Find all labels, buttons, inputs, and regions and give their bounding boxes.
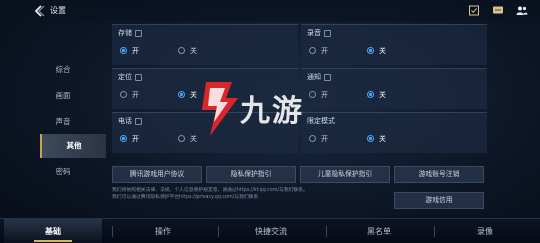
radio-selected-icon[interactable] bbox=[120, 135, 127, 142]
radio-selected-icon[interactable] bbox=[367, 135, 374, 142]
record-off-option[interactable]: 关 bbox=[367, 45, 386, 57]
info-icon[interactable] bbox=[135, 29, 142, 37]
radio-selected-icon[interactable] bbox=[178, 91, 185, 98]
storage-off-option[interactable]: 关 bbox=[178, 45, 197, 57]
storage-label: 存储 bbox=[118, 28, 142, 38]
location-on-option[interactable]: 开 bbox=[120, 89, 139, 101]
task-icon[interactable] bbox=[468, 5, 480, 16]
privacy-notice: 我们将依照相关法律、法规、个人信息保护规定等，请通过https://kf.qq.… bbox=[112, 187, 382, 201]
game-credit-button[interactable]: 游戏信用 bbox=[394, 192, 484, 209]
notice-line: 我们可以通过腾讯隐私保护平台https://privacy.qq.com/与我们… bbox=[112, 195, 259, 200]
tab-replay[interactable]: 录像 bbox=[436, 219, 534, 243]
settings-sidebar: 综合 画面 声音 其他 密码 bbox=[0, 48, 106, 208]
phone-setting: 电话 开 关 bbox=[112, 112, 298, 153]
tab-quick-chat[interactable]: 快捷交流 bbox=[222, 219, 320, 243]
notify-on-option[interactable]: 开 bbox=[309, 89, 328, 101]
account-cancel-button[interactable]: 游戏账号注销 bbox=[394, 166, 484, 183]
notice-line: 我们将依照相关法律、法规、个人信息保护规定等，请通过https://kf.qq.… bbox=[112, 188, 308, 193]
sidebar-item-other[interactable]: 其他 bbox=[40, 134, 106, 158]
location-off-option[interactable]: 关 bbox=[178, 89, 197, 101]
top-bar: 设置 bbox=[0, 0, 540, 22]
chat-icon[interactable] bbox=[492, 5, 504, 16]
location-label: 定位 bbox=[118, 72, 142, 82]
page-title: 设置 bbox=[50, 6, 66, 15]
info-icon[interactable] bbox=[135, 117, 142, 125]
tab-divider bbox=[112, 226, 113, 237]
sidebar-item-general[interactable]: 综合 bbox=[30, 58, 96, 82]
notify-off-option[interactable]: 关 bbox=[367, 89, 386, 101]
settings-panel: 存储 开 关 录音 开 关 定位 开 关 通知 开 关 电话 开 关 限定模式 … bbox=[112, 24, 487, 214]
tab-divider bbox=[218, 226, 219, 237]
phone-off-option[interactable]: 关 bbox=[178, 133, 197, 145]
notify-setting: 通知 开 关 bbox=[301, 68, 487, 109]
location-setting: 定位 开 关 bbox=[112, 68, 298, 109]
tab-divider bbox=[326, 226, 327, 237]
pattern-on-option[interactable]: 开 bbox=[309, 133, 328, 145]
pattern-off-option[interactable]: 关 bbox=[367, 133, 386, 145]
notify-label: 通知 bbox=[307, 72, 331, 82]
phone-on-option[interactable]: 开 bbox=[120, 133, 139, 145]
storage-on-option[interactable]: 开 bbox=[120, 45, 139, 57]
chevron-left-icon[interactable] bbox=[32, 4, 46, 18]
info-icon[interactable] bbox=[135, 73, 142, 81]
record-setting: 录音 开 关 bbox=[301, 24, 487, 65]
record-on-option[interactable]: 开 bbox=[309, 45, 328, 57]
radio-selected-icon[interactable] bbox=[120, 47, 127, 54]
info-icon[interactable] bbox=[324, 73, 331, 81]
bottom-tab-bar: 基础 操作 快捷交流 黑名单 录像 bbox=[0, 218, 540, 243]
tab-controls[interactable]: 操作 bbox=[114, 219, 212, 243]
pattern-setting: 限定模式 开 关 bbox=[301, 112, 487, 153]
sidebar-item-password[interactable]: 密码 bbox=[30, 160, 96, 184]
info-icon[interactable] bbox=[324, 29, 331, 37]
sidebar-item-graphics[interactable]: 画面 bbox=[30, 84, 96, 108]
radio-selected-icon[interactable] bbox=[367, 47, 374, 54]
privacy-guide-button[interactable]: 隐私保护指引 bbox=[206, 166, 296, 183]
tab-blacklist[interactable]: 黑名单 bbox=[330, 219, 428, 243]
storage-setting: 存储 开 关 bbox=[112, 24, 298, 65]
sidebar-item-sound[interactable]: 声音 bbox=[30, 110, 96, 134]
record-label: 录音 bbox=[307, 28, 331, 38]
radio-empty-icon[interactable] bbox=[309, 91, 316, 98]
child-privacy-button[interactable]: 儿童隐私保护指引 bbox=[300, 166, 390, 183]
friends-icon[interactable] bbox=[516, 5, 528, 16]
tab-basic[interactable]: 基础 bbox=[4, 219, 102, 243]
radio-empty-icon[interactable] bbox=[178, 47, 185, 54]
radio-empty-icon[interactable] bbox=[120, 91, 127, 98]
radio-selected-icon[interactable] bbox=[367, 91, 374, 98]
pattern-label: 限定模式 bbox=[307, 117, 335, 125]
phone-label: 电话 bbox=[118, 116, 142, 126]
radio-empty-icon[interactable] bbox=[309, 135, 316, 142]
radio-empty-icon[interactable] bbox=[309, 47, 316, 54]
radio-empty-icon[interactable] bbox=[178, 135, 185, 142]
user-agreement-button[interactable]: 腾讯游戏用户协议 bbox=[112, 166, 202, 183]
tab-divider bbox=[434, 226, 435, 237]
